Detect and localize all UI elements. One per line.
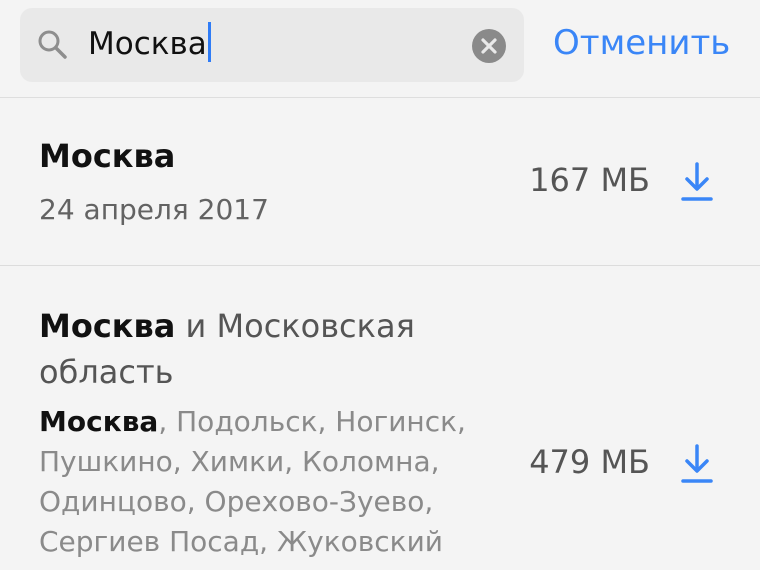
result-item-moscow[interactable]: Москва 24 апреля 2017 167 МБ (0, 98, 760, 266)
search-header: Москва Отменить (0, 0, 760, 98)
result-item-moscow-region[interactable]: Москва и Московская область Москва, Подо… (0, 266, 760, 570)
search-query-text: Москва (88, 26, 207, 62)
result-size: 479 МБ (529, 443, 650, 481)
cities-bold: Москва (39, 405, 159, 438)
result-date: 24 апреля 2017 (39, 193, 269, 226)
result-title-bold: Москва (39, 307, 176, 345)
result-cities: Москва, Подольск, Ногинск, Пушкино, Химк… (39, 402, 499, 562)
result-title-line2: область (39, 350, 173, 394)
clear-icon[interactable] (471, 28, 507, 64)
download-icon[interactable] (680, 444, 714, 484)
app-root: Москва Отменить Москва 24 апреля 2017 16… (0, 0, 760, 570)
result-title-line2-text: область (39, 353, 174, 391)
result-title: Москва и Московская (39, 304, 415, 348)
search-icon (38, 30, 67, 59)
result-size: 167 МБ (529, 161, 650, 199)
search-input[interactable]: Москва (88, 22, 211, 66)
result-title-bold: Москва (39, 137, 176, 175)
result-title-rest: и Московская (175, 307, 415, 345)
text-caret (207, 22, 211, 62)
download-icon[interactable] (680, 162, 714, 202)
cancel-button[interactable]: Отменить (553, 20, 730, 66)
result-title: Москва (39, 134, 175, 178)
